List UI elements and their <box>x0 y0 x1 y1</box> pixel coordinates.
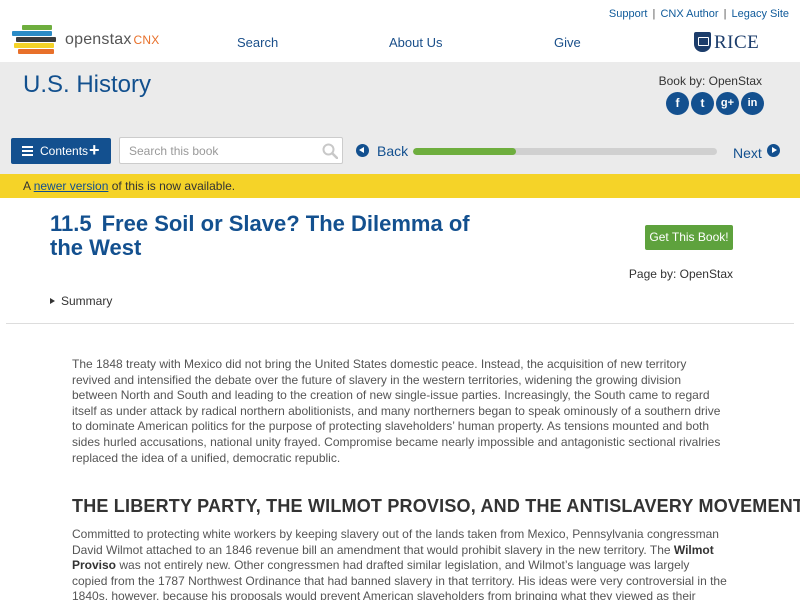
next-button[interactable]: Next <box>733 144 783 161</box>
book-author: Book by: OpenStax <box>658 74 762 88</box>
book-header: U.S. History Book by: OpenStax f t g+ in… <box>0 62 800 174</box>
caret-right-icon <box>50 298 55 304</box>
google-plus-icon[interactable]: g+ <box>716 92 739 115</box>
rice-logo-text: RICE <box>714 32 760 53</box>
newer-version-link[interactable]: newer version <box>34 179 109 193</box>
divider <box>6 323 794 324</box>
facebook-icon[interactable]: f <box>666 92 689 115</box>
top-header: openstax CNX Support | CNX Author | Legac… <box>0 0 800 62</box>
nav-search[interactable]: Search <box>237 35 278 50</box>
legacy-site-link[interactable]: Legacy Site <box>732 8 789 20</box>
search-input[interactable] <box>120 138 316 163</box>
next-label: Next <box>733 145 762 161</box>
linkedin-icon[interactable]: in <box>741 92 764 115</box>
get-this-book-button[interactable]: Get This Book! <box>645 225 733 250</box>
page-title: 11.5 Free Soil or Slave? The Dilemma of t… <box>50 212 490 260</box>
rice-logo[interactable]: RICE <box>694 32 759 54</box>
twitter-icon[interactable]: t <box>691 92 714 115</box>
logo-text: openstax CNX <box>65 31 160 48</box>
intro-paragraph: The 1848 treaty with Mexico did not brin… <box>72 357 721 465</box>
list-icon <box>22 146 33 156</box>
page-author: Page by: OpenStax <box>628 267 733 281</box>
link-separator: | <box>723 8 730 20</box>
book-progress-bar <box>413 148 717 155</box>
summary-label: Summary <box>61 294 113 308</box>
openstax-cnx-logo[interactable]: openstax CNX <box>12 25 172 55</box>
book-search <box>119 137 343 164</box>
progress-fill <box>413 148 517 155</box>
search-icon[interactable] <box>322 143 338 159</box>
plus-icon: + <box>89 140 100 160</box>
contents-button[interactable]: Contents + <box>11 138 111 164</box>
book-title[interactable]: U.S. History <box>23 71 151 99</box>
cnx-author-link[interactable]: CNX Author <box>660 8 718 20</box>
support-link[interactable]: Support <box>609 8 648 20</box>
section-heading: THE LIBERTY PARTY, THE WILMOT PROVISO, A… <box>72 496 800 516</box>
section-number: 11.5 <box>50 211 92 236</box>
nav-give[interactable]: Give <box>554 35 581 50</box>
nav-about-us[interactable]: About Us <box>389 35 442 50</box>
contents-label: Contents <box>40 144 89 158</box>
utility-links: Support | CNX Author | Legacy Site <box>609 8 789 20</box>
version-notice: A newer version of this is now available… <box>0 174 800 198</box>
notice-text: A newer version of this is now available… <box>23 179 236 193</box>
link-separator: | <box>652 8 659 20</box>
body-paragraph: Committed to protecting white workers by… <box>72 527 727 600</box>
back-label: Back <box>377 143 409 159</box>
arrow-right-icon <box>767 144 780 157</box>
rice-shield-icon <box>694 32 711 52</box>
openstax-logo-icon <box>12 25 58 55</box>
arrow-left-icon <box>356 144 369 157</box>
summary-toggle[interactable]: Summary <box>50 294 112 308</box>
section-title: Free Soil or Slave? The Dilemma of the W… <box>50 211 470 260</box>
